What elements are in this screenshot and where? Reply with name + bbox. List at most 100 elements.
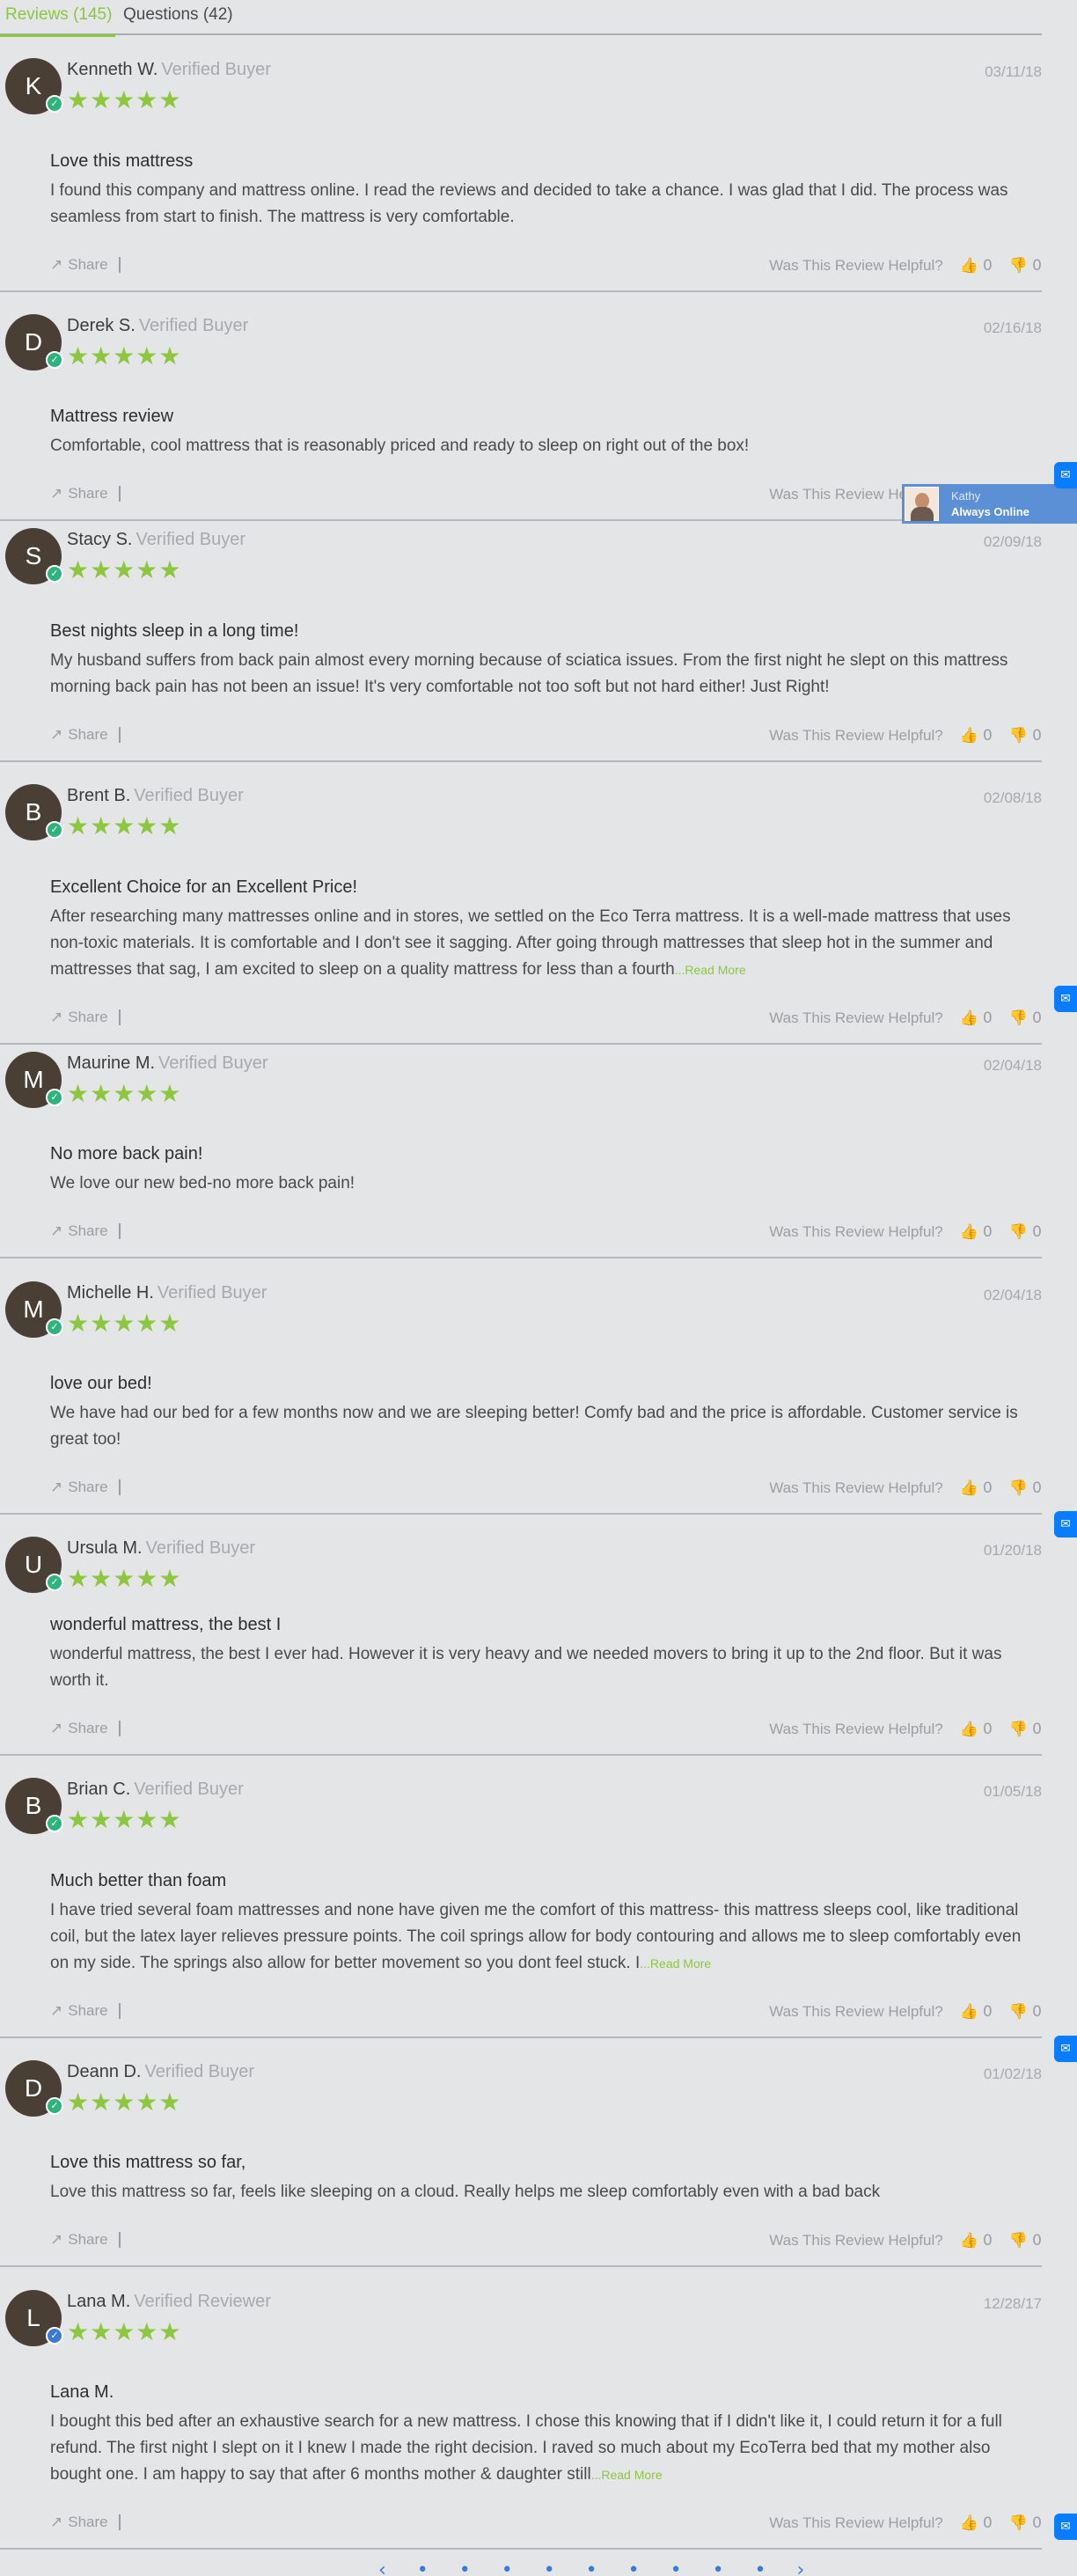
thumbs-up-button[interactable]: 👍 0 — [959, 257, 992, 275]
share-button[interactable]: ↗ Share — [50, 727, 121, 743]
review-title: Love this mattress — [50, 151, 194, 171]
reviewer-name: Maurine M. Verified Buyer — [67, 1053, 268, 1074]
thumbs-up-icon: 👍 — [959, 1721, 978, 1738]
thumbs-up-button[interactable]: 👍 0 — [959, 2514, 992, 2532]
share-button[interactable]: ↗ Share — [50, 2514, 121, 2530]
messenger-icon[interactable]: ✉ — [1054, 2514, 1077, 2540]
thumbs-down-button[interactable]: 👎 0 — [1009, 1479, 1042, 1497]
review-date: 12/28/17 — [983, 2295, 1042, 2312]
pagination[interactable]: ‹ • • • • • • • • • › — [378, 2559, 817, 2576]
review-text: wonderful mattress, the best I ever had.… — [50, 1645, 1002, 1690]
review-body: I found this company and mattress online… — [50, 178, 1040, 231]
star-rating: ★★★★★ — [67, 2088, 182, 2117]
review-card: B ✓ Brian C. Verified Buyer 01/05/18 ★★★★… — [0, 1778, 1042, 2038]
reviewer-name: Brent B. Verified Buyer — [67, 786, 244, 806]
review-body: wonderful mattress, the best I ever had.… — [50, 1641, 1040, 1694]
helpful-label: Was This Review Helpful? — [769, 727, 943, 744]
reviewer-name: Brian C. Verified Buyer — [67, 1780, 244, 1800]
messenger-icon[interactable]: ✉ — [1054, 462, 1077, 488]
thumbs-up-button[interactable]: 👍 0 — [959, 2232, 992, 2249]
verified-check-icon: ✓ — [46, 2327, 63, 2345]
review-body: After researching many mattresses online… — [50, 904, 1040, 983]
star-rating: ★★★★★ — [67, 555, 182, 584]
thumbs-up-button[interactable]: 👍 0 — [959, 1223, 992, 1241]
up-count: 0 — [983, 1223, 993, 1241]
buyer-status: Verified Buyer — [145, 1538, 256, 1558]
thumbs-down-button[interactable]: 👎 0 — [1009, 2232, 1042, 2249]
reviewer-name-text: Kenneth W. — [67, 60, 158, 79]
down-count: 0 — [1032, 1009, 1042, 1027]
review-card: B ✓ Brent B. Verified Buyer 02/08/18 ★★★★… — [0, 784, 1042, 1045]
thumbs-down-icon: 👎 — [1008, 2003, 1028, 2021]
up-count: 0 — [983, 1721, 993, 1738]
thumbs-up-button[interactable]: 👍 0 — [959, 2003, 992, 2021]
thumbs-down-button[interactable]: 👎 0 — [1009, 257, 1042, 275]
review-title: love our bed! — [50, 1374, 152, 1393]
thumbs-up-button[interactable]: 👍 0 — [959, 1479, 992, 1497]
messenger-icon[interactable]: ✉ — [1054, 2036, 1077, 2062]
share-button[interactable]: ↗ Share — [50, 1223, 121, 1239]
thumbs-down-button[interactable]: 👎 0 — [1009, 1223, 1042, 1241]
read-more-link[interactable]: ...Read More — [675, 963, 746, 977]
review-card: D ✓ Derek S. Verified Buyer 02/16/18 ★★★★… — [0, 314, 1042, 521]
reviewer-name: Ursula M. Verified Buyer — [67, 1538, 255, 1559]
down-count: 0 — [1032, 2003, 1042, 2021]
review-text: We love our new bed-no more back pain! — [50, 1174, 355, 1193]
thumbs-down-button[interactable]: 👎 0 — [1009, 2514, 1042, 2532]
thumbs-up-button[interactable]: 👍 0 — [959, 727, 992, 745]
verified-check-icon: ✓ — [46, 565, 63, 583]
review-title: Mattress review — [50, 407, 174, 426]
agent-avatar — [905, 487, 939, 521]
reviewer-name: Derek S. Verified Buyer — [67, 316, 248, 336]
share-label: Share — [68, 2002, 108, 2019]
share-button[interactable]: ↗ Share — [50, 1721, 121, 1736]
review-body: We have had our bed for a few months now… — [50, 1400, 1040, 1453]
thumbs-up-button[interactable]: 👍 0 — [959, 1009, 992, 1027]
read-more-link[interactable]: ...Read More — [640, 1956, 711, 1971]
share-button[interactable]: ↗ Share — [50, 2003, 121, 2019]
review-text: I found this company and mattress online… — [50, 181, 1008, 226]
verified-check-icon: ✓ — [46, 1089, 63, 1106]
review-text: I have tried several foam mattresses and… — [50, 1901, 1022, 1972]
helpful-vote: Was This Review Helpful? 👍 0 👎 0 — [769, 1721, 1042, 1738]
star-rating: ★★★★★ — [67, 2317, 182, 2346]
review-text: I bought this bed after an exhaustive se… — [50, 2412, 1002, 2484]
review-body: Comfortable, cool mattress that is reaso… — [50, 433, 1040, 459]
thumbs-down-button[interactable]: 👎 0 — [1009, 1009, 1042, 1027]
review-body: We love our new bed-no more back pain! — [50, 1171, 1040, 1197]
share-icon: ↗ — [50, 2002, 63, 2020]
star-rating: ★★★★★ — [67, 811, 182, 840]
thumbs-down-button[interactable]: 👎 0 — [1009, 727, 1042, 745]
thumbs-up-icon: 👍 — [959, 1223, 978, 1241]
review-body: I have tried several foam mattresses and… — [50, 1897, 1040, 1977]
helpful-label: Was This Review Helpful? — [769, 257, 943, 274]
tab-reviews[interactable]: Reviews (145) — [0, 5, 116, 37]
thumbs-up-icon: 👍 — [959, 727, 978, 745]
messenger-icon[interactable]: ✉ — [1054, 986, 1077, 1012]
share-button[interactable]: ↗ Share — [50, 1009, 121, 1025]
share-label: Share — [68, 1720, 108, 1736]
tab-questions[interactable]: Questions (42) — [123, 5, 233, 25]
thumbs-up-icon: 👍 — [959, 2514, 978, 2532]
share-button[interactable]: ↗ Share — [50, 2232, 121, 2248]
verified-check-icon: ✓ — [46, 351, 63, 369]
read-more-link[interactable]: ...Read More — [591, 2468, 663, 2482]
verified-check-icon: ✓ — [46, 1815, 63, 1832]
live-chat-widget[interactable]: Kathy Always Online — [902, 484, 1077, 524]
messenger-icon[interactable]: ✉ — [1054, 1511, 1077, 1538]
share-button[interactable]: ↗ Share — [50, 257, 121, 273]
share-button[interactable]: ↗ Share — [50, 1479, 121, 1495]
thumbs-up-button[interactable]: 👍 0 — [959, 1721, 992, 1738]
verified-check-icon: ✓ — [46, 95, 63, 113]
share-button[interactable]: ↗ Share — [50, 486, 121, 502]
buyer-status: Verified Buyer — [157, 1283, 267, 1303]
thumbs-down-button[interactable]: 👎 0 — [1009, 1721, 1042, 1738]
review-title: wonderful mattress, the best I — [50, 1615, 282, 1634]
review-card: D ✓ Deann D. Verified Buyer 01/02/18 ★★★★… — [0, 2060, 1042, 2267]
thumbs-down-button[interactable]: 👎 0 — [1009, 2003, 1042, 2021]
helpful-vote: Was This Review Helpful? 👍 0 👎 0 — [769, 2003, 1042, 2021]
review-card: M ✓ Maurine M. Verified Buyer 02/04/18 ★★… — [0, 1052, 1042, 1259]
up-count: 0 — [983, 257, 993, 275]
reviewer-name: Kenneth W. Verified Buyer — [67, 60, 271, 80]
thumbs-up-icon: 👍 — [959, 2003, 978, 2021]
